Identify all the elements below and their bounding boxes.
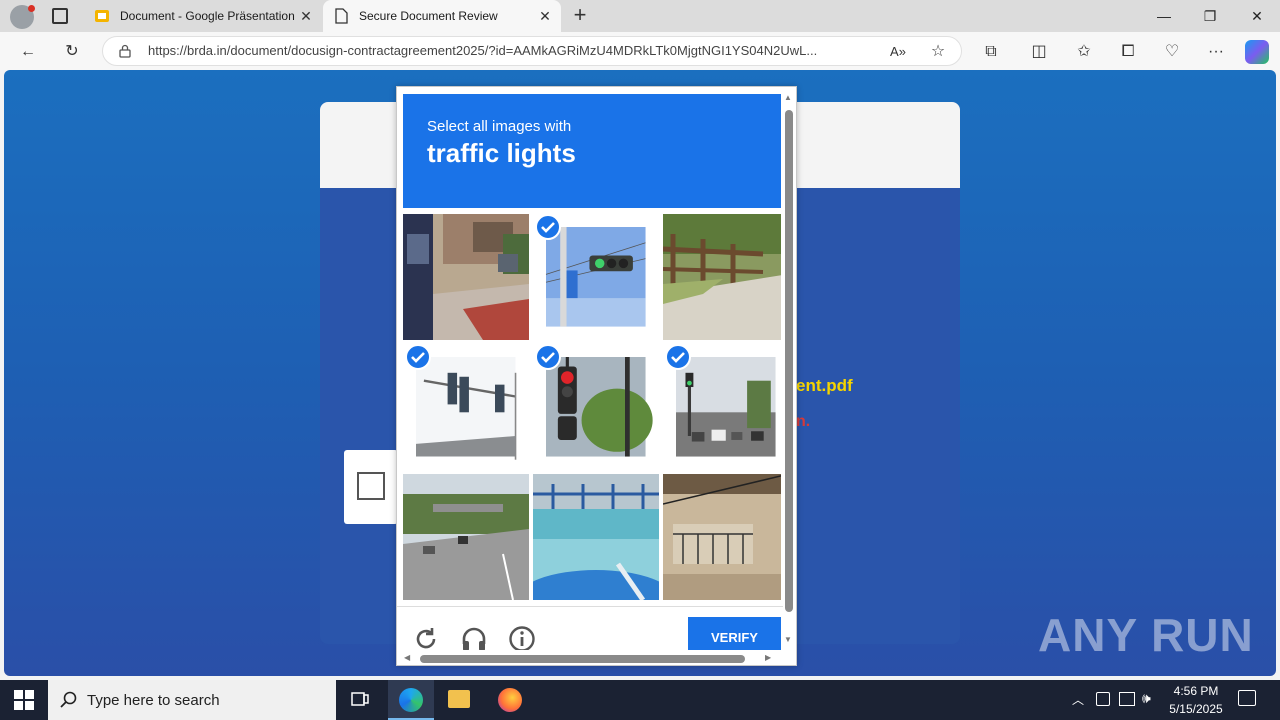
firefox-icon[interactable]	[498, 688, 522, 712]
tab-secure-document-review[interactable]: Secure Document Review ✕	[323, 0, 561, 32]
tab-google-presentation[interactable]: Document - Google Präsentation ✕	[84, 0, 322, 32]
lock-icon[interactable]	[118, 44, 132, 58]
read-aloud-icon[interactable]: A»	[884, 38, 912, 66]
new-tab-icon[interactable]: +	[568, 4, 592, 28]
notifications-icon[interactable]	[1238, 690, 1256, 706]
search-icon	[60, 691, 78, 709]
tab-title: Document - Google Präsentation	[120, 9, 295, 23]
collections-icon[interactable]: ⧠	[1114, 38, 1142, 66]
selected-check-icon	[535, 344, 561, 370]
captcha-target-object: traffic lights	[427, 138, 576, 168]
tab-actions-icon[interactable]	[52, 8, 68, 24]
more-options-icon[interactable]: ···	[1202, 38, 1230, 66]
favorites-icon[interactable]: ✩	[1070, 38, 1098, 66]
captcha-checkbox[interactable]	[357, 472, 385, 500]
back-icon[interactable]: ←	[14, 38, 42, 66]
vertical-scroll-thumb[interactable]	[785, 110, 793, 612]
restore-icon[interactable]: ❐	[1187, 0, 1233, 32]
scroll-up-icon[interactable]: ▲	[784, 93, 792, 102]
captcha-tile-highway[interactable]	[403, 474, 529, 600]
anyrun-watermark: ANY RUN	[1038, 609, 1254, 661]
split-screen-icon[interactable]: ◫	[1025, 38, 1053, 66]
refresh-icon[interactable]: ↻	[58, 38, 86, 66]
selected-check-icon	[405, 344, 431, 370]
volume-icon[interactable]: 🕪	[1142, 690, 1151, 707]
browser-essentials-icon[interactable]: ♡	[1158, 38, 1186, 66]
scroll-left-icon[interactable]: ◀	[404, 653, 410, 662]
scroll-right-icon[interactable]: ▶	[765, 653, 771, 662]
close-window-icon[interactable]: ✕	[1234, 0, 1280, 32]
horizontal-scroll-thumb[interactable]	[420, 655, 745, 663]
minimize-icon[interactable]: —	[1141, 0, 1187, 32]
edge-icon	[399, 688, 423, 712]
notification-dot-icon	[28, 5, 35, 12]
clock-time[interactable]: 4:56 PM	[1168, 684, 1224, 698]
close-tab-icon[interactable]: ✕	[537, 8, 553, 24]
close-tab-icon[interactable]: ✕	[298, 8, 314, 24]
pdf-filename-text: ent.pdf	[796, 376, 853, 395]
selected-check-icon	[535, 214, 561, 240]
extensions-icon[interactable]: ⧉	[977, 38, 1005, 66]
captcha-tile-building-balcony[interactable]	[663, 474, 781, 600]
search-placeholder: Type here to search	[87, 692, 220, 709]
clock-date[interactable]: 5/15/2025	[1166, 702, 1226, 716]
captcha-tile-street-bus[interactable]	[403, 214, 529, 340]
captcha-tile-water-pool[interactable]	[533, 474, 659, 600]
device-icon[interactable]	[1096, 692, 1110, 706]
task-view-icon[interactable]	[350, 690, 370, 710]
tab-title: Secure Document Review	[359, 9, 498, 23]
slides-icon	[95, 10, 109, 22]
copilot-icon[interactable]	[1245, 40, 1269, 64]
scroll-down-icon[interactable]: ▼	[784, 635, 792, 644]
captcha-prompt: Select all images with	[427, 118, 572, 135]
warning-text: n.	[796, 413, 811, 430]
document-icon	[335, 8, 348, 24]
windows-start-icon[interactable]	[14, 690, 34, 710]
url-text[interactable]: https://brda.in/document/docusign-contra…	[148, 43, 876, 58]
file-explorer-icon[interactable]	[448, 690, 470, 708]
captcha-footer-divider	[397, 606, 787, 607]
favorite-star-icon[interactable]: ☆	[924, 38, 952, 66]
selected-check-icon	[665, 344, 691, 370]
show-hidden-icons-icon[interactable]: ︿	[1072, 691, 1084, 708]
network-icon[interactable]	[1119, 692, 1135, 706]
captcha-tile-fence-path[interactable]	[663, 214, 781, 340]
